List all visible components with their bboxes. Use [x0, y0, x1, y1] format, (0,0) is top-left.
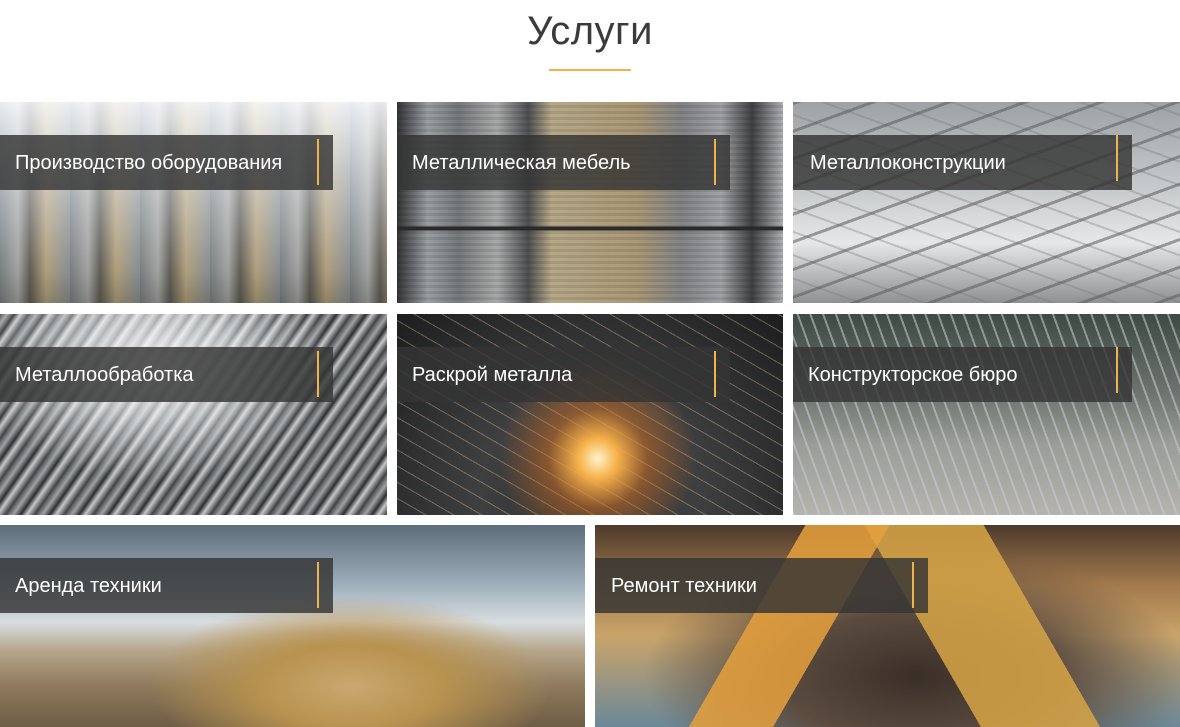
service-image-repair [595, 525, 1180, 727]
accent-bar [317, 139, 319, 185]
accent-bar [1116, 347, 1118, 393]
service-image-structures [793, 102, 1180, 303]
service-label-box: Металлоконструкции [793, 135, 1132, 190]
service-label: Ремонт техники [611, 574, 757, 597]
service-tile-repair[interactable]: Ремонт техники [595, 525, 1180, 727]
service-label: Аренда техники [15, 574, 162, 597]
section-title: Услуги [526, 9, 653, 53]
accent-bar [1116, 135, 1118, 181]
service-label-box: Раскрой металла [397, 347, 730, 402]
service-image-bureau [793, 314, 1180, 515]
service-label: Металлообработка [15, 363, 194, 386]
service-tile-furniture[interactable]: Металлическая мебель [397, 102, 783, 303]
accent-bar [912, 562, 914, 608]
accent-bar [714, 351, 716, 397]
service-label-box: Ремонт техники [595, 558, 928, 613]
service-image-rental [0, 525, 585, 727]
service-label-box: Конструкторское бюро [793, 347, 1132, 402]
service-tile-structures[interactable]: Металлоконструкции [793, 102, 1180, 303]
service-label-box: Металлическая мебель [397, 135, 730, 190]
service-label-box: Производство оборудования [0, 135, 333, 190]
service-tile-bureau[interactable]: Конструкторское бюро [793, 314, 1180, 515]
service-label: Раскрой металла [412, 363, 573, 386]
service-image-furniture [397, 102, 783, 303]
service-tile-machining[interactable]: Металлообработка [0, 314, 387, 515]
service-label: Производство оборудования [15, 151, 283, 174]
service-label-box: Металлообработка [0, 347, 333, 402]
title-underline [549, 69, 631, 71]
service-image-cutting [397, 314, 783, 515]
accent-bar [317, 351, 319, 397]
service-tile-production[interactable]: Производство оборудования [0, 102, 387, 303]
accent-bar [714, 139, 716, 185]
service-label-box: Аренда техники [0, 558, 333, 613]
service-image-machining [0, 314, 387, 515]
service-label: Металлическая мебель [412, 151, 631, 174]
service-label: Конструкторское бюро [808, 363, 1018, 386]
service-label: Металлоконструкции [810, 151, 1006, 174]
service-image-production [0, 102, 387, 303]
service-tile-rental[interactable]: Аренда техники [0, 525, 585, 727]
accent-bar [317, 562, 319, 608]
service-tile-cutting[interactable]: Раскрой металла [397, 314, 783, 515]
